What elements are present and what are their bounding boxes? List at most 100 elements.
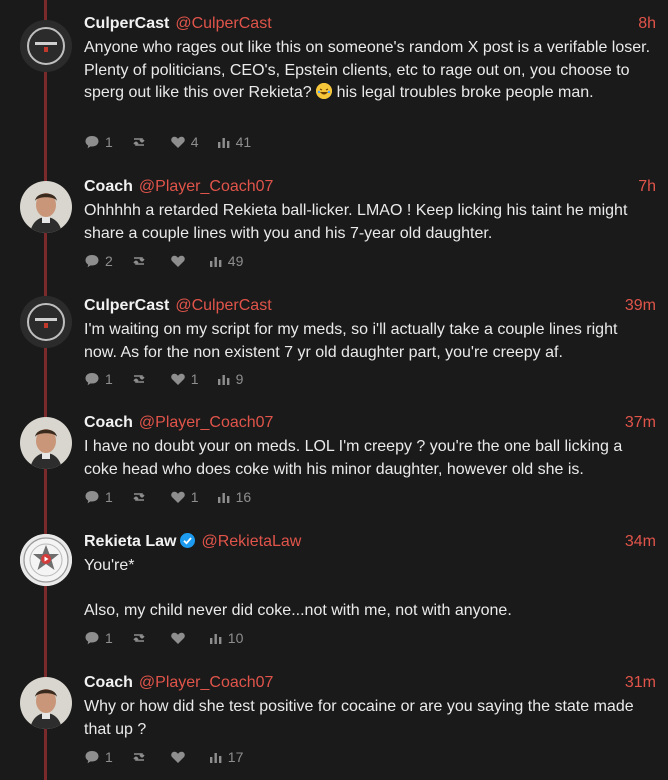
repost-button[interactable] (131, 749, 152, 765)
timestamp[interactable]: 37m (625, 411, 656, 435)
display-name[interactable]: Coach (84, 414, 133, 431)
bar-chart-icon (209, 257, 222, 267)
like-button[interactable] (170, 253, 191, 269)
heart-icon (171, 632, 185, 644)
reply-button[interactable]: 1 (84, 630, 113, 646)
user-photo-icon (20, 181, 72, 233)
heart-icon (171, 491, 185, 503)
bar-chart-icon (209, 753, 222, 763)
reply-count: 1 (105, 134, 113, 150)
tweet-text: Ohhhhh a retarded Rekieta ball-licker. L… (84, 202, 632, 242)
like-button[interactable]: 1 (170, 371, 199, 387)
display-name[interactable]: Coach (84, 674, 133, 691)
views-button[interactable]: 17 (209, 749, 243, 765)
like-button[interactable]: 1 (170, 489, 199, 505)
repost-button[interactable] (131, 630, 152, 646)
display-name[interactable]: CulperCast (84, 297, 169, 314)
views-button[interactable]: 49 (209, 253, 244, 269)
repost-button[interactable] (131, 371, 152, 387)
heart-icon (171, 373, 185, 385)
avatar[interactable] (20, 20, 72, 72)
views-button[interactable]: 41 (217, 134, 252, 150)
timestamp[interactable]: 7h (638, 175, 656, 199)
tweet-header: Coach @Player_Coach07 37m (84, 411, 656, 435)
user-photo-icon (20, 677, 72, 729)
tweet-actions: 1 10 (84, 629, 261, 647)
view-count: 41 (235, 134, 252, 150)
bar-chart-icon (217, 375, 229, 385)
like-button[interactable] (170, 749, 191, 765)
tweet-text: Anyone who rages out like this on someon… (84, 37, 652, 105)
reply-count: 1 (105, 749, 113, 765)
comment-bubble-icon (85, 136, 99, 149)
avatar[interactable] (20, 181, 72, 233)
timestamp[interactable]: 39m (625, 294, 656, 318)
user-handle[interactable]: @CulperCast (175, 15, 271, 32)
tweet-header: Rekieta Law @RekietaLaw 34m (84, 530, 656, 554)
avatar[interactable] (20, 677, 72, 729)
like-button[interactable]: 4 (170, 134, 199, 150)
timestamp[interactable]: 8h (638, 12, 656, 36)
like-button[interactable] (170, 630, 191, 646)
comment-bubble-icon (85, 491, 99, 504)
display-name[interactable]: Rekieta Law (84, 533, 176, 550)
reply-button[interactable]: 1 (84, 489, 113, 505)
repost-arrows-icon (133, 257, 145, 265)
views-button[interactable]: 10 (209, 630, 244, 646)
view-count: 49 (227, 253, 244, 269)
user-handle[interactable]: @Player_Coach07 (139, 674, 274, 691)
tweet-header: CulperCast @CulperCast 39m (84, 294, 656, 318)
view-count: 9 (235, 371, 244, 387)
display-name[interactable]: Coach (84, 178, 133, 195)
tweet-header: Coach @Player_Coach07 31m (84, 671, 656, 695)
tweet-text: I have no doubt your on meds. LOL I'm cr… (84, 438, 627, 478)
avatar[interactable] (20, 417, 72, 469)
user-handle[interactable]: @Player_Coach07 (139, 414, 274, 431)
reply-count: 2 (105, 253, 113, 269)
reply-button[interactable]: 1 (84, 749, 113, 765)
timestamp[interactable]: 34m (625, 530, 656, 554)
bar-chart-icon (209, 634, 222, 644)
timestamp[interactable]: 31m (625, 671, 656, 695)
heart-icon (171, 255, 185, 267)
like-count: 4 (190, 134, 199, 150)
display-name[interactable]: CulperCast (84, 15, 169, 32)
reply-button[interactable]: 1 (84, 371, 113, 387)
like-count: 1 (190, 371, 199, 387)
user-handle[interactable]: @Player_Coach07 (139, 178, 274, 195)
view-count: 16 (235, 489, 252, 505)
avatar[interactable] (20, 534, 72, 586)
view-count: 10 (227, 630, 244, 646)
repost-button[interactable] (131, 134, 152, 150)
heart-icon (171, 136, 185, 148)
tweet-actions: 1 4 41 (84, 133, 269, 151)
views-button[interactable]: 9 (217, 371, 244, 387)
reply-button[interactable]: 1 (84, 134, 113, 150)
repost-arrows-icon (133, 375, 145, 383)
repost-button[interactable] (131, 253, 152, 269)
thread-connector-line (44, 0, 47, 780)
comment-bubble-icon (85, 751, 99, 764)
reply-count: 1 (105, 630, 113, 646)
views-button[interactable]: 16 (217, 489, 252, 505)
reply-button[interactable]: 2 (84, 253, 113, 269)
verified-badge-icon (180, 533, 196, 548)
tweet-text-part: his legal troubles broke people man. (332, 84, 594, 101)
tweet-actions: 2 49 (84, 252, 261, 270)
repost-button[interactable] (131, 489, 152, 505)
like-count: 1 (190, 489, 199, 505)
repost-arrows-icon (133, 493, 145, 501)
tweet-actions: 1 1 16 (84, 488, 269, 506)
user-handle[interactable]: @RekietaLaw (201, 533, 301, 550)
avatar[interactable] (20, 296, 72, 348)
user-handle[interactable]: @CulperCast (175, 297, 271, 314)
law-badge-logo-icon (20, 534, 72, 586)
tweet-header: Coach @Player_Coach07 7h (84, 175, 656, 199)
repost-arrows-icon (133, 138, 145, 146)
tweet-text: I'm waiting on my script for my meds, so… (84, 321, 622, 361)
tweet-header: CulperCast @CulperCast 8h (84, 12, 656, 36)
tweet-text: You're* Also, my child never did coke...… (84, 557, 512, 619)
tweet-actions: 1 1 9 (84, 370, 261, 388)
culpercast-logo-icon (20, 296, 72, 348)
repost-arrows-icon (133, 634, 145, 642)
